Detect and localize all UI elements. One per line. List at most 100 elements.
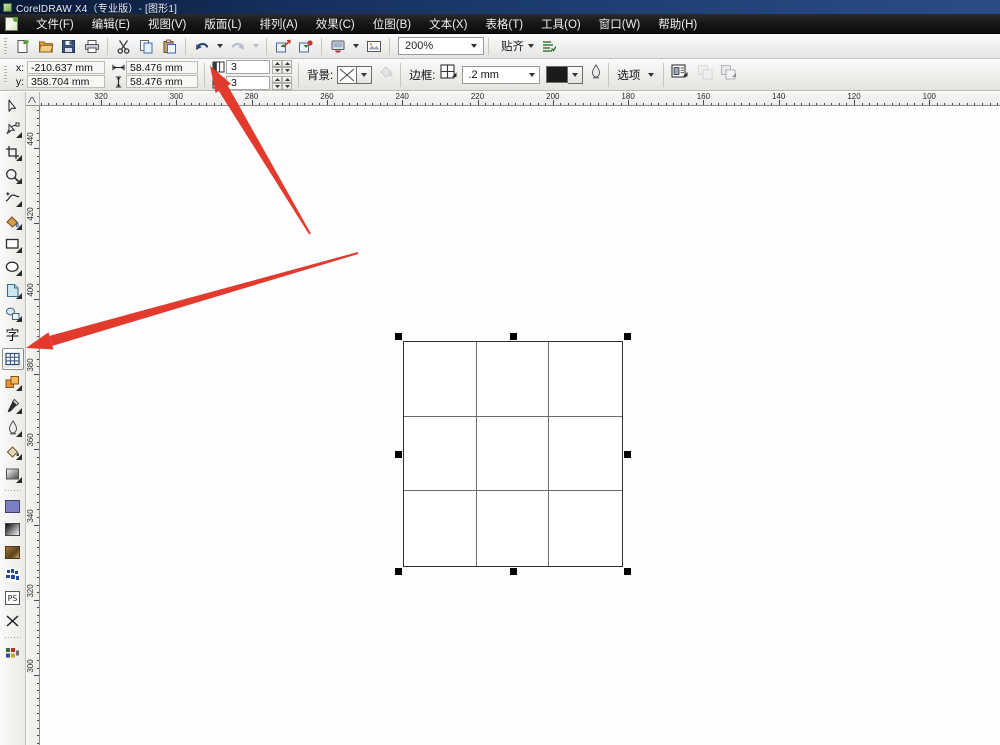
vertical-ruler[interactable]: 440 420 400 380 360 340 320 300 [26,106,40,745]
interactive-fill-tool[interactable] [2,463,24,485]
uniform-fill-swatch[interactable] [2,495,24,517]
flyout-arrow-icon[interactable] [15,178,22,184]
menu-arrange[interactable]: 排列(A) [250,14,306,34]
object-height-input[interactable]: 58.476 mm [126,75,198,88]
shape-tool[interactable] [2,118,24,140]
table-columns-input[interactable]: 3 [226,59,270,74]
flyout-arrow-icon[interactable] [15,316,22,322]
background-color-dropdown[interactable] [357,65,373,84]
table-cell[interactable] [404,342,477,417]
wrap-text-icon[interactable] [670,63,689,86]
selection-handle[interactable] [509,568,517,575]
flyout-arrow-icon[interactable] [15,431,22,437]
export-icon[interactable] [295,36,316,57]
menu-file[interactable]: 文件(F) [27,14,83,34]
columns-spinner[interactable] [272,59,292,74]
menu-effects[interactable]: 效果(C) [307,14,364,34]
interactive-fill-swatch[interactable] [2,642,24,664]
freehand-tool[interactable] [2,187,24,209]
table-cell[interactable] [549,491,622,566]
flyout-arrow-icon[interactable] [15,270,22,276]
options-label[interactable]: 选项 [617,67,640,83]
border-color-swatch[interactable] [546,66,569,83]
document-icon[interactable] [5,16,18,31]
columns-stepper-down[interactable] [282,66,292,74]
rectangle-tool[interactable] [2,233,24,255]
cut-icon[interactable] [113,36,134,57]
flyout-arrow-icon[interactable] [15,247,22,253]
flyout-arrow-icon[interactable] [15,155,22,161]
flyout-arrow-icon[interactable] [15,477,22,483]
menu-help[interactable]: 帮助(H) [649,14,706,34]
basic-shapes-tool[interactable] [2,302,24,324]
border-width-input[interactable]: .2 mm [462,65,541,84]
border-select-icon[interactable] [439,63,458,87]
no-fill-swatch[interactable] [2,610,24,632]
x-position-input[interactable]: -210.637 mm [27,61,105,74]
table-cell[interactable] [404,416,477,492]
table-cell[interactable] [476,342,550,417]
flyout-arrow-icon[interactable] [15,385,22,391]
table-tool[interactable] [1,348,24,370]
table-rows-input[interactable]: 3 [226,75,270,90]
texture-fill-swatch[interactable] [2,564,24,586]
rows-stepper-up[interactable] [282,75,292,83]
menu-tools[interactable]: 工具(O) [532,14,590,34]
drawing-canvas[interactable] [40,106,1000,745]
toolbar-grip[interactable] [4,37,7,55]
table-cell[interactable] [477,491,550,566]
y-position-input[interactable]: 358.704 mm [27,75,105,88]
crop-tool[interactable] [2,141,24,163]
zoom-level-input[interactable]: 200% [398,37,484,55]
rows-stepper-down[interactable] [282,82,292,90]
blend-tool[interactable] [2,371,24,393]
menu-table[interactable]: 表格(T) [476,14,532,34]
menu-window[interactable]: 窗口(W) [590,14,650,34]
pattern-fill-swatch[interactable] [2,541,24,563]
application-launcher-icon[interactable] [327,36,348,57]
zoom-tool[interactable] [2,164,24,186]
menu-bitmaps[interactable]: 位图(B) [364,14,420,34]
save-icon[interactable] [58,36,79,57]
table-object[interactable] [403,341,623,567]
zoom-dropdown-caret[interactable] [467,38,481,54]
import-icon[interactable] [272,36,293,57]
horizontal-ruler[interactable]: 320 300 280 260 240 220 200 180 160 140 120 100 [26,92,1000,106]
flyout-arrow-icon[interactable] [15,132,22,138]
table-cell[interactable] [549,342,622,417]
menu-edit[interactable]: 编辑(E) [83,14,139,34]
copy-icon[interactable] [136,36,157,57]
object-width-input[interactable]: 58.476 mm [126,61,198,74]
flyout-arrow-icon[interactable] [15,454,22,460]
rows-spinner-down[interactable] [272,82,282,90]
ruler-corner-unit-button[interactable] [26,92,40,106]
rows-spinner-up[interactable] [272,75,282,83]
table-cell[interactable] [549,417,622,492]
open-document-icon[interactable] [35,36,56,57]
corel-photo-paint-icon[interactable] [363,36,384,57]
paste-icon[interactable] [159,36,180,57]
columns-spinner-up[interactable] [272,59,282,67]
flyout-arrow-icon[interactable] [15,224,22,230]
menu-text[interactable]: 文本(X) [420,14,476,34]
selection-handle[interactable] [624,450,631,458]
outline-tool[interactable] [2,417,24,439]
border-width-dropdown-caret[interactable] [529,67,536,83]
pick-tool[interactable] [2,95,24,117]
table-cell[interactable] [404,491,477,566]
launcher-dropdown-caret[interactable] [350,36,361,57]
undo-dropdown-caret[interactable] [214,36,225,57]
ellipse-tool[interactable] [2,256,24,278]
eyedropper-tool[interactable] [2,394,24,416]
postscript-fill-swatch[interactable]: PS [2,587,24,609]
fountain-fill-swatch[interactable] [2,518,24,540]
options-dropdown-caret[interactable] [645,64,656,85]
polygon-tool[interactable] [2,279,24,301]
redo-icon[interactable] [227,36,248,57]
smart-fill-tool[interactable] [2,210,24,232]
options-icon[interactable] [538,36,559,57]
selection-handle[interactable] [395,568,402,575]
columns-spinner-down[interactable] [272,66,282,74]
text-tool[interactable]: 字 [2,325,24,347]
print-icon[interactable] [81,36,102,57]
